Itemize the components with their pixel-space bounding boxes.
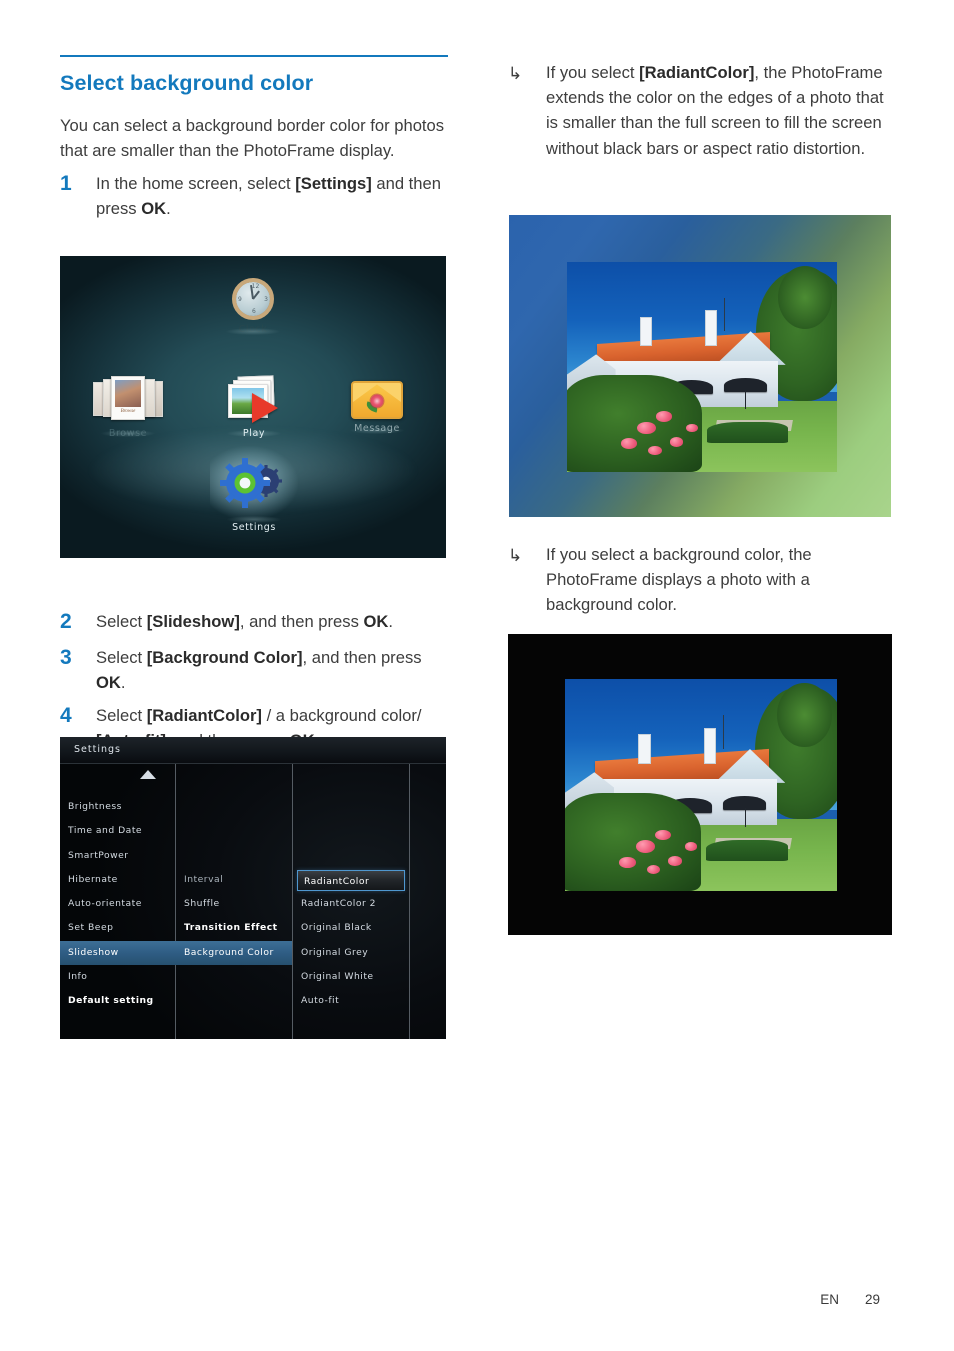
home-item-clock[interactable]: 12 9 3 6 Clock <box>220 278 286 335</box>
home-item-settings[interactable]: Settings <box>210 446 298 533</box>
home-item-play[interactable]: Play <box>216 375 292 439</box>
settings-title: Settings <box>74 744 121 755</box>
option-item[interactable]: Original White <box>293 965 409 989</box>
step-number: 2 <box>60 610 72 633</box>
left-column: Select background color You can select a… <box>60 55 450 223</box>
spacer: . <box>176 844 292 868</box>
spacer: . <box>176 795 292 819</box>
step-text: Select [Slideshow], and then press OK. <box>96 612 393 631</box>
spacer: . <box>293 819 409 843</box>
option-item[interactable]: Original Grey <box>293 941 409 965</box>
option-item[interactable]: RadiantColor 2 <box>293 892 409 916</box>
step-text: In the home screen, select [Settings] an… <box>96 174 441 219</box>
manual-page: Select background color You can select a… <box>0 0 954 1351</box>
settings-menu-item[interactable]: Set Beep <box>60 916 176 940</box>
note-item: ↳ If you select a background color, the … <box>508 542 898 618</box>
step-item: 1 In the home screen, select [Settings] … <box>60 169 450 221</box>
settings-menu-item[interactable]: Transition Effect <box>176 916 292 940</box>
right-column-note-2: ↳ If you select a background color, the … <box>508 542 898 622</box>
settings-menu-item-selected[interactable]: Background Color <box>176 940 292 966</box>
step-text: Select [Background Color], and then pres… <box>96 647 422 693</box>
option-item[interactable]: Auto-fit <box>293 989 409 1013</box>
steps-list-top: 1 In the home screen, select [Settings] … <box>60 169 450 221</box>
step-item: 3 Select [Background Color], and then pr… <box>60 643 450 695</box>
background-color-photo-screenshot <box>508 634 892 935</box>
arrow-bullet-icon: ↳ <box>508 546 523 565</box>
settings-menu-item[interactable]: Hibernate <box>60 868 176 892</box>
home-item-label: Settings <box>232 522 276 533</box>
footer-language: EN <box>820 1292 839 1307</box>
photo-content <box>565 679 837 891</box>
browse-icon: Browse <box>93 376 163 424</box>
right-column: ↳ If you select [RadiantColor], the Phot… <box>508 60 898 165</box>
settings-column-main: Brightness Time and Date SmartPower Hibe… <box>60 795 176 1014</box>
settings-menu-item[interactable]: SmartPower <box>60 844 176 868</box>
home-screen-screenshot: 12 9 3 6 Clock Browse Browse <box>60 256 446 558</box>
note-text: If you select a background color, the Ph… <box>546 545 812 615</box>
page-footer: EN 29 <box>0 1292 954 1307</box>
settings-gear-icon <box>210 446 298 520</box>
settings-menu-item[interactable]: Interval <box>176 868 292 892</box>
clock-icon: 12 9 3 6 <box>232 278 274 320</box>
scroll-up-icon[interactable] <box>140 770 156 779</box>
home-item-message[interactable]: Message <box>336 381 418 434</box>
spacer: . <box>293 795 409 819</box>
settings-panes: Brightness Time and Date SmartPower Hibe… <box>60 764 446 1039</box>
footer-page-number: 29 <box>864 1292 880 1307</box>
note-text: If you select [RadiantColor], the PhotoF… <box>546 63 884 158</box>
settings-menu-item[interactable]: Shuffle <box>176 892 292 916</box>
settings-menu-screenshot: Settings Brightness Time and Date SmartP… <box>60 737 446 1039</box>
spacer: . <box>176 819 292 843</box>
option-item-selected[interactable]: RadiantColor <box>297 869 405 891</box>
option-item[interactable]: Original Black <box>293 916 409 940</box>
arrow-bullet-icon: ↳ <box>508 64 523 83</box>
settings-titlebar: Settings <box>60 737 446 764</box>
settings-menu-item[interactable]: Time and Date <box>60 819 176 843</box>
step-item: 2 Select [Slideshow], and then press OK. <box>60 607 450 637</box>
home-item-browse[interactable]: Browse Browse <box>78 376 178 439</box>
column-divider <box>409 764 410 1039</box>
settings-column-slideshow: . . . Interval Shuffle Transition Effect… <box>176 795 292 966</box>
settings-column-background-color: . . . RadiantColor RadiantColor 2 Origin… <box>293 795 409 1014</box>
settings-menu-item-selected[interactable]: Slideshow <box>60 940 176 966</box>
message-icon <box>351 381 403 419</box>
heading-rule <box>60 55 448 57</box>
radiant-color-photo-screenshot <box>509 215 891 517</box>
photo-content <box>567 262 837 472</box>
settings-menu-item[interactable]: Brightness <box>60 795 176 819</box>
note-item: ↳ If you select [RadiantColor], the Phot… <box>508 60 898 161</box>
step-number: 3 <box>60 645 72 669</box>
page-title: Select background color <box>60 71 314 95</box>
spacer: . <box>293 844 409 868</box>
settings-menu-item[interactable]: Info <box>60 965 176 989</box>
intro-paragraph: You can select a background border color… <box>60 115 445 161</box>
settings-menu-item[interactable]: Default setting <box>60 989 176 1013</box>
play-icon <box>222 375 286 424</box>
step-number: 1 <box>60 172 72 196</box>
settings-menu-item[interactable]: Auto-orientate <box>60 892 176 916</box>
step-number: 4 <box>60 704 72 728</box>
